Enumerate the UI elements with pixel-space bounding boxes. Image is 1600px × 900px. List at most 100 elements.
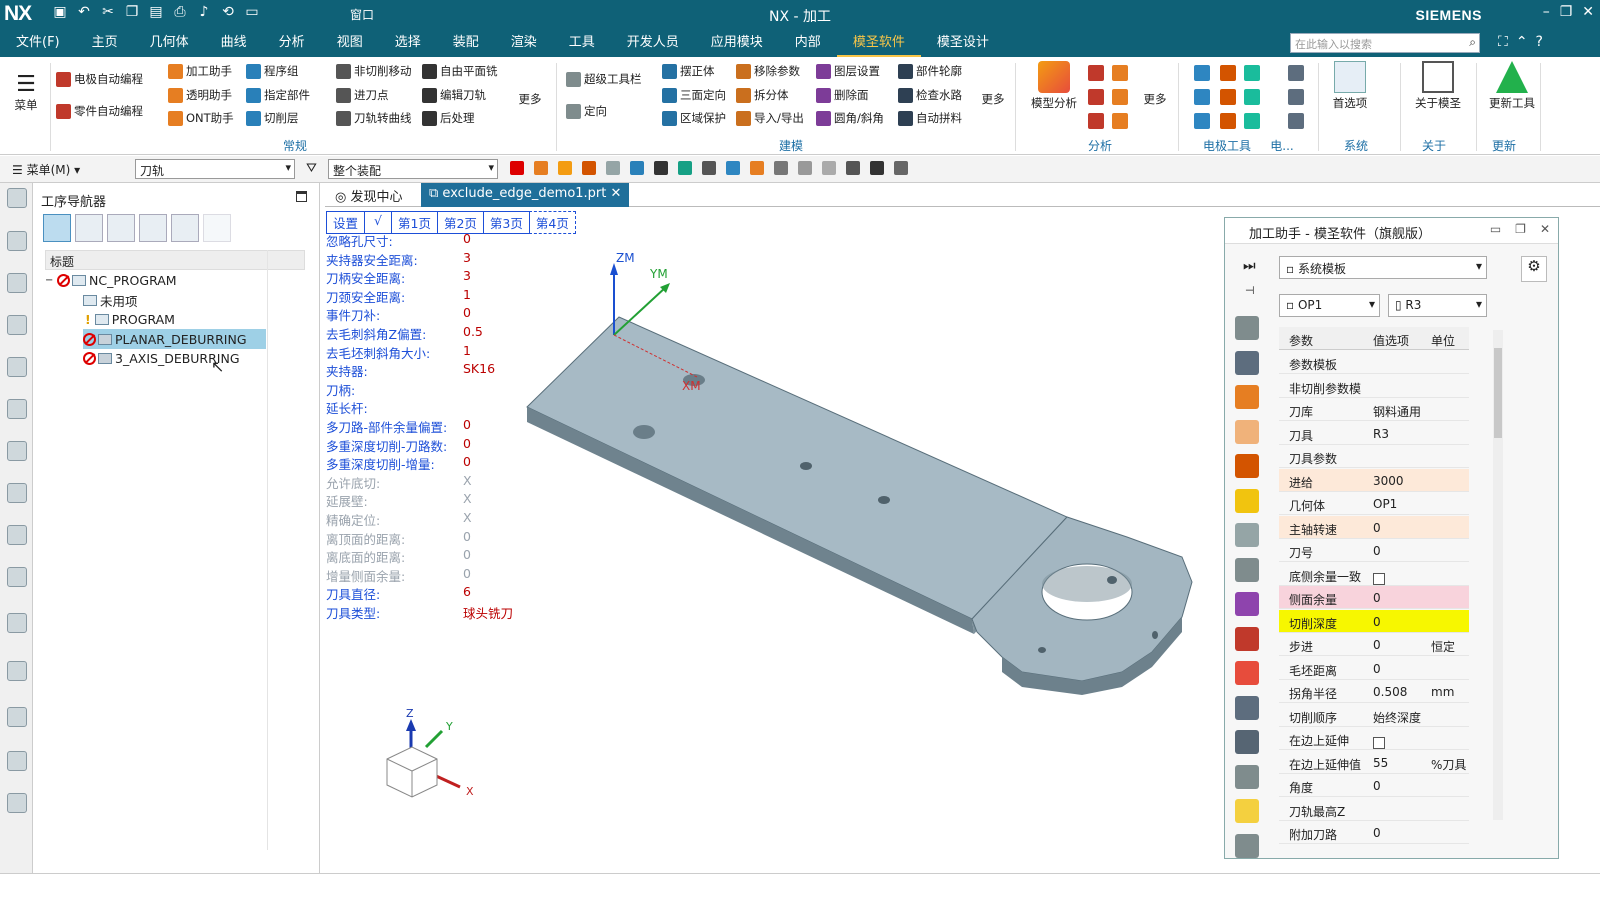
menu-item[interactable]: 模圣设计 xyxy=(921,29,1005,57)
ribbon-button[interactable]: 摆正体 xyxy=(662,63,715,79)
toolbar-tool-icon[interactable] xyxy=(846,161,860,175)
tree-row-program[interactable]: ! PROGRAM xyxy=(85,309,345,329)
toolbar-tool-icon[interactable] xyxy=(654,161,668,175)
ribbon-small-icon[interactable] xyxy=(1288,89,1304,105)
param-value[interactable]: OP1 xyxy=(1373,497,1397,511)
ribbon-small-icon[interactable] xyxy=(1112,89,1128,105)
toolbar-tool-icon[interactable] xyxy=(750,161,764,175)
ribbon-button[interactable]: 指定部件 xyxy=(246,87,310,103)
ribbon-button[interactable]: 超级工具栏 xyxy=(566,71,642,87)
search-icon[interactable]: ⌕ xyxy=(1469,35,1476,50)
settings-gear-icon[interactable]: ⚙ xyxy=(1521,256,1547,282)
param-value[interactable]: 3000 xyxy=(1373,474,1404,488)
param-row[interactable]: 刀轨最高Z xyxy=(1279,798,1469,821)
model-analysis-button[interactable]: 模型分析 xyxy=(1026,61,1082,111)
param-value[interactable]: 0.508 xyxy=(1373,685,1407,699)
resource-tab-icon[interactable] xyxy=(7,273,27,293)
resource-tab-icon[interactable] xyxy=(7,525,27,545)
toolbar-tool-icon[interactable] xyxy=(606,161,620,175)
method-view-icon[interactable] xyxy=(139,214,167,242)
ribbon-button[interactable]: 切削层 xyxy=(246,110,299,126)
param-row[interactable]: 附加刀路 0 xyxy=(1279,821,1469,844)
param-row[interactable]: 参数模板 xyxy=(1279,351,1469,374)
menu-item[interactable]: 文件(F) xyxy=(0,29,76,57)
param-value[interactable]: 0 xyxy=(1373,544,1381,558)
ribbon-button[interactable]: 非切削移动 xyxy=(336,63,412,79)
ribbon-small-icon[interactable] xyxy=(1244,89,1260,105)
page-tab[interactable]: 第2页 xyxy=(436,211,484,234)
ribbon-small-icon[interactable] xyxy=(1088,89,1104,105)
helper-tool-icon[interactable] xyxy=(1235,626,1259,651)
resource-tab-icon[interactable] xyxy=(7,188,27,208)
param-value[interactable]: 0 xyxy=(463,547,471,562)
checkbox-box[interactable] xyxy=(1373,737,1385,749)
tree-row-nc-program[interactable]: − NC_PROGRAM xyxy=(45,270,305,290)
filter-icon[interactable]: ⛛ xyxy=(306,161,317,176)
page-tab[interactable]: 第4页 xyxy=(528,211,576,234)
helper-tool-icon[interactable] xyxy=(1235,419,1259,444)
ribbon-button[interactable]: 后处理 xyxy=(422,110,475,126)
ribbon-small-icon[interactable] xyxy=(1288,113,1304,129)
fullscreen-icon[interactable]: ⛶ xyxy=(1498,34,1508,50)
ribbon-button[interactable]: 电极自动编程 xyxy=(56,71,143,87)
tool-select[interactable]: ▯ R3 xyxy=(1388,294,1487,317)
resource-tab-icon[interactable] xyxy=(7,315,27,335)
menu-item[interactable]: 内部 xyxy=(779,29,837,57)
ribbon-button[interactable]: 部件轮廓 xyxy=(898,63,962,79)
op-select[interactable]: ▫ OP1 xyxy=(1279,294,1380,317)
ribbon-button[interactable]: 刀轨转曲线 xyxy=(336,110,412,126)
param-row[interactable]: 拐角半径 0.508 mm xyxy=(1279,680,1469,703)
menu-item[interactable]: 主页 xyxy=(76,29,134,57)
param-row[interactable]: 毛坯距离 0 xyxy=(1279,657,1469,680)
menu-item[interactable]: 渲染 xyxy=(495,29,553,57)
menu-item[interactable]: 视图 xyxy=(321,29,379,57)
param-row[interactable]: 在边上延伸 xyxy=(1279,727,1469,750)
tab-close-icon[interactable]: ✕ xyxy=(611,186,622,201)
toolbar-tool-icon[interactable] xyxy=(894,161,908,175)
param-row[interactable]: 刀库 钢料通用 xyxy=(1279,398,1469,421)
update-tool-button[interactable]: 更新工具 xyxy=(1484,61,1540,111)
param-value[interactable]: 1 xyxy=(463,287,471,302)
ribbon-small-icon[interactable] xyxy=(1288,65,1304,81)
param-value[interactable]: 0 xyxy=(1373,638,1381,652)
create-operation-icon[interactable] xyxy=(171,214,199,242)
toolbar-tool-icon[interactable] xyxy=(774,161,788,175)
menu-item[interactable]: 分析 xyxy=(263,29,321,57)
param-value[interactable]: 0 xyxy=(1373,779,1381,793)
ribbon-button[interactable]: 编辑刀轨 xyxy=(422,87,486,103)
menu-item[interactable]: 应用模块 xyxy=(695,29,779,57)
ribbon-more-modeling[interactable]: 更多 xyxy=(978,91,1008,107)
ribbon-small-icon[interactable] xyxy=(1220,65,1236,81)
helper-tool-icon[interactable] xyxy=(1235,730,1259,754)
ribbon-small-icon[interactable] xyxy=(1220,89,1236,105)
machine-tool-view-icon[interactable] xyxy=(75,214,103,242)
minimize-icon[interactable]: – xyxy=(1543,4,1550,20)
param-value[interactable]: 0 xyxy=(463,566,471,581)
menu-dropdown[interactable]: ☰ 菜单(M) ▾ xyxy=(12,161,80,178)
param-row[interactable]: 非切削参数模 xyxy=(1279,375,1469,398)
param-value[interactable]: X xyxy=(463,473,472,488)
menu-big-button[interactable]: ☰ 菜单 xyxy=(8,73,44,113)
helper-tool-icon[interactable] xyxy=(1235,661,1259,685)
ribbon-small-icon[interactable] xyxy=(1220,113,1236,129)
param-value[interactable]: 钢料通用 xyxy=(1373,403,1421,420)
param-row[interactable]: 角度 0 xyxy=(1279,774,1469,797)
program-order-view-icon[interactable] xyxy=(43,214,71,242)
ribbon-button[interactable]: 零件自动编程 xyxy=(56,103,143,119)
collapse-ribbon-icon[interactable]: ⌃ xyxy=(1516,34,1528,50)
maximize-icon[interactable] xyxy=(296,191,307,202)
param-value[interactable]: 0 xyxy=(1373,591,1381,605)
helper-restore-icon[interactable]: ❐ xyxy=(1515,222,1526,236)
toolbar-tool-icon[interactable] xyxy=(726,161,740,175)
checkbox-box[interactable] xyxy=(1373,572,1385,585)
template-select[interactable]: ▫ 系统模板 xyxy=(1279,256,1487,279)
tree-row-planar-deburring[interactable]: PLANAR_DEBURRING xyxy=(83,329,266,349)
preferences-button[interactable]: 首选项 xyxy=(1328,61,1372,111)
resource-tab-icon[interactable] xyxy=(7,707,27,727)
param-row[interactable]: 侧面余量 0 xyxy=(1279,586,1469,609)
ribbon-button[interactable]: 透明助手 xyxy=(168,87,232,103)
param-row[interactable]: 切削顺序 始终深度 xyxy=(1279,704,1469,727)
page-tab[interactable]: 第1页 xyxy=(391,211,438,234)
ribbon-small-icon[interactable] xyxy=(1194,89,1210,105)
resource-tab-icon[interactable] xyxy=(7,483,27,503)
